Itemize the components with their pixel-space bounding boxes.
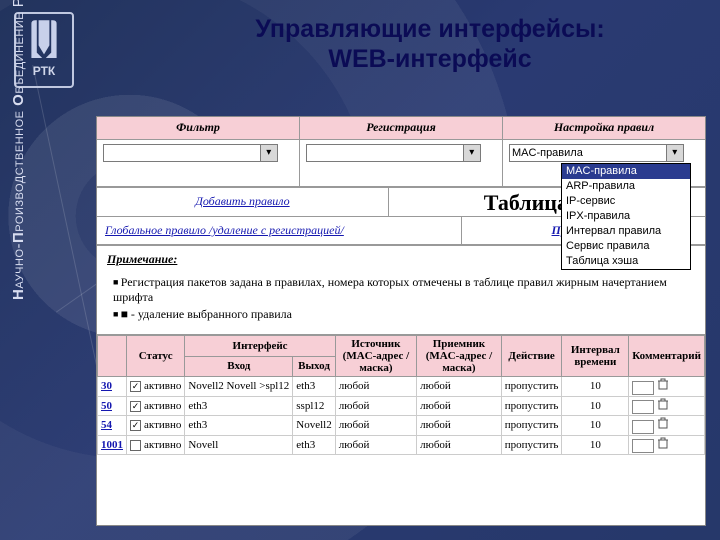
- cell-comment: [629, 396, 705, 416]
- comment-input[interactable]: [632, 420, 654, 434]
- registration-select[interactable]: [306, 144, 481, 162]
- col-interval: Интервал времени: [562, 336, 629, 377]
- slide-title: Управляющие интерфейсы:WEB-интерфейс: [170, 14, 690, 74]
- active-checkbox[interactable]: ✓: [130, 420, 141, 431]
- col-out: Выход: [293, 356, 335, 377]
- active-checkbox[interactable]: ✓: [130, 401, 141, 412]
- cell-in: eth3: [185, 416, 293, 436]
- col-comment: Комментарий: [629, 336, 705, 377]
- filter-heading: Фильтр: [97, 117, 299, 140]
- dropdown-item[interactable]: Интервал правила: [562, 224, 690, 239]
- rule-number-link[interactable]: 1001: [101, 439, 123, 451]
- cell-dst: любой: [417, 435, 502, 455]
- web-panel: Фильтр Регистрация Настройка правил MAC-…: [96, 116, 706, 526]
- cell-src: любой: [335, 396, 416, 416]
- note-item: ■ - удаление выбранного правила: [113, 307, 695, 322]
- note-item: Регистрация пакетов задана в правилах, н…: [113, 275, 695, 305]
- cell-dst: любой: [417, 377, 502, 397]
- col-in: Вход: [185, 356, 293, 377]
- cell-src: любой: [335, 435, 416, 455]
- table-row: 54✓активноeth3Novell2любойлюбойпропустит…: [98, 416, 705, 436]
- col-src: Источник (MAC-адрес / маска): [335, 336, 416, 377]
- col-num: [98, 336, 127, 377]
- dropdown-item[interactable]: Сервис правила: [562, 239, 690, 254]
- cell-out: Novell2: [293, 416, 335, 436]
- cell-action: пропустить: [501, 416, 562, 436]
- rule-number-link[interactable]: 54: [101, 419, 112, 431]
- table-row: 30✓активноNovell2 Novell >spl12eth3любой…: [98, 377, 705, 397]
- cell-dst: любой: [417, 396, 502, 416]
- active-checkbox[interactable]: ✓: [130, 381, 141, 392]
- cell-interval: 10: [562, 396, 629, 416]
- comment-input[interactable]: [632, 381, 654, 395]
- cell-comment: [629, 435, 705, 455]
- cell-interval: 10: [562, 435, 629, 455]
- table-row: 50✓активноeth3sspl12любойлюбойпропустить…: [98, 396, 705, 416]
- active-checkbox[interactable]: [130, 440, 141, 451]
- delete-icon[interactable]: [657, 378, 669, 390]
- filter-select[interactable]: [103, 144, 278, 162]
- rules-table: Статус Интерфейс Источник (MAC-адрес / м…: [97, 335, 705, 455]
- cell-src: любой: [335, 377, 416, 397]
- cell-out: sspl12: [293, 396, 335, 416]
- comment-input[interactable]: [632, 439, 654, 453]
- cell-interval: 10: [562, 377, 629, 397]
- cell-in: Novell: [185, 435, 293, 455]
- cell-in: Novell2 Novell >spl12: [185, 377, 293, 397]
- dropdown-item[interactable]: ARP-правила: [562, 179, 690, 194]
- brand-short: РТК: [33, 64, 56, 78]
- dropdown-item[interactable]: MAC-правила: [562, 164, 690, 179]
- comment-input[interactable]: [632, 400, 654, 414]
- cell-action: пропустить: [501, 396, 562, 416]
- dropdown-item[interactable]: IPX-правила: [562, 209, 690, 224]
- dropdown-item[interactable]: Таблица хэша: [562, 254, 690, 269]
- cell-out: eth3: [293, 435, 335, 455]
- col-action: Действие: [501, 336, 562, 377]
- rule-number-link[interactable]: 50: [101, 400, 112, 412]
- cell-comment: [629, 377, 705, 397]
- cell-interval: 10: [562, 416, 629, 436]
- col-iface: Интерфейс: [185, 336, 335, 357]
- cell-src: любой: [335, 416, 416, 436]
- col-status: Статус: [127, 336, 185, 377]
- brand-long: Н Научно-Производственное Объединение РТ…: [10, 0, 27, 300]
- dropdown-item[interactable]: IP-сервис: [562, 194, 690, 209]
- delete-icon[interactable]: [657, 437, 669, 449]
- rules-select[interactable]: MAC-правила: [509, 144, 684, 162]
- table-row: 1001активноNovelleth3любойлюбойпропустит…: [98, 435, 705, 455]
- rule-number-link[interactable]: 30: [101, 380, 112, 392]
- cell-action: пропустить: [501, 435, 562, 455]
- global-rule-link[interactable]: Глобальное правило /удаление с регистрац…: [105, 223, 344, 237]
- cell-in: eth3: [185, 396, 293, 416]
- cell-out: eth3: [293, 377, 335, 397]
- registration-heading: Регистрация: [300, 117, 502, 140]
- cell-action: пропустить: [501, 377, 562, 397]
- delete-icon[interactable]: [657, 398, 669, 410]
- col-dst: Приемник (MAC-адрес / маска): [417, 336, 502, 377]
- add-rule-link[interactable]: Добавить правило: [195, 194, 289, 208]
- cell-comment: [629, 416, 705, 436]
- top-columns: Фильтр Регистрация Настройка правил MAC-…: [97, 117, 705, 187]
- rules-heading: Настройка правил: [503, 117, 705, 140]
- cell-dst: любой: [417, 416, 502, 436]
- rules-dropdown[interactable]: MAC-правила ARP-правила IP-сервис IPX-пр…: [561, 163, 691, 270]
- delete-icon[interactable]: [657, 417, 669, 429]
- logo-mark-icon: [26, 18, 62, 62]
